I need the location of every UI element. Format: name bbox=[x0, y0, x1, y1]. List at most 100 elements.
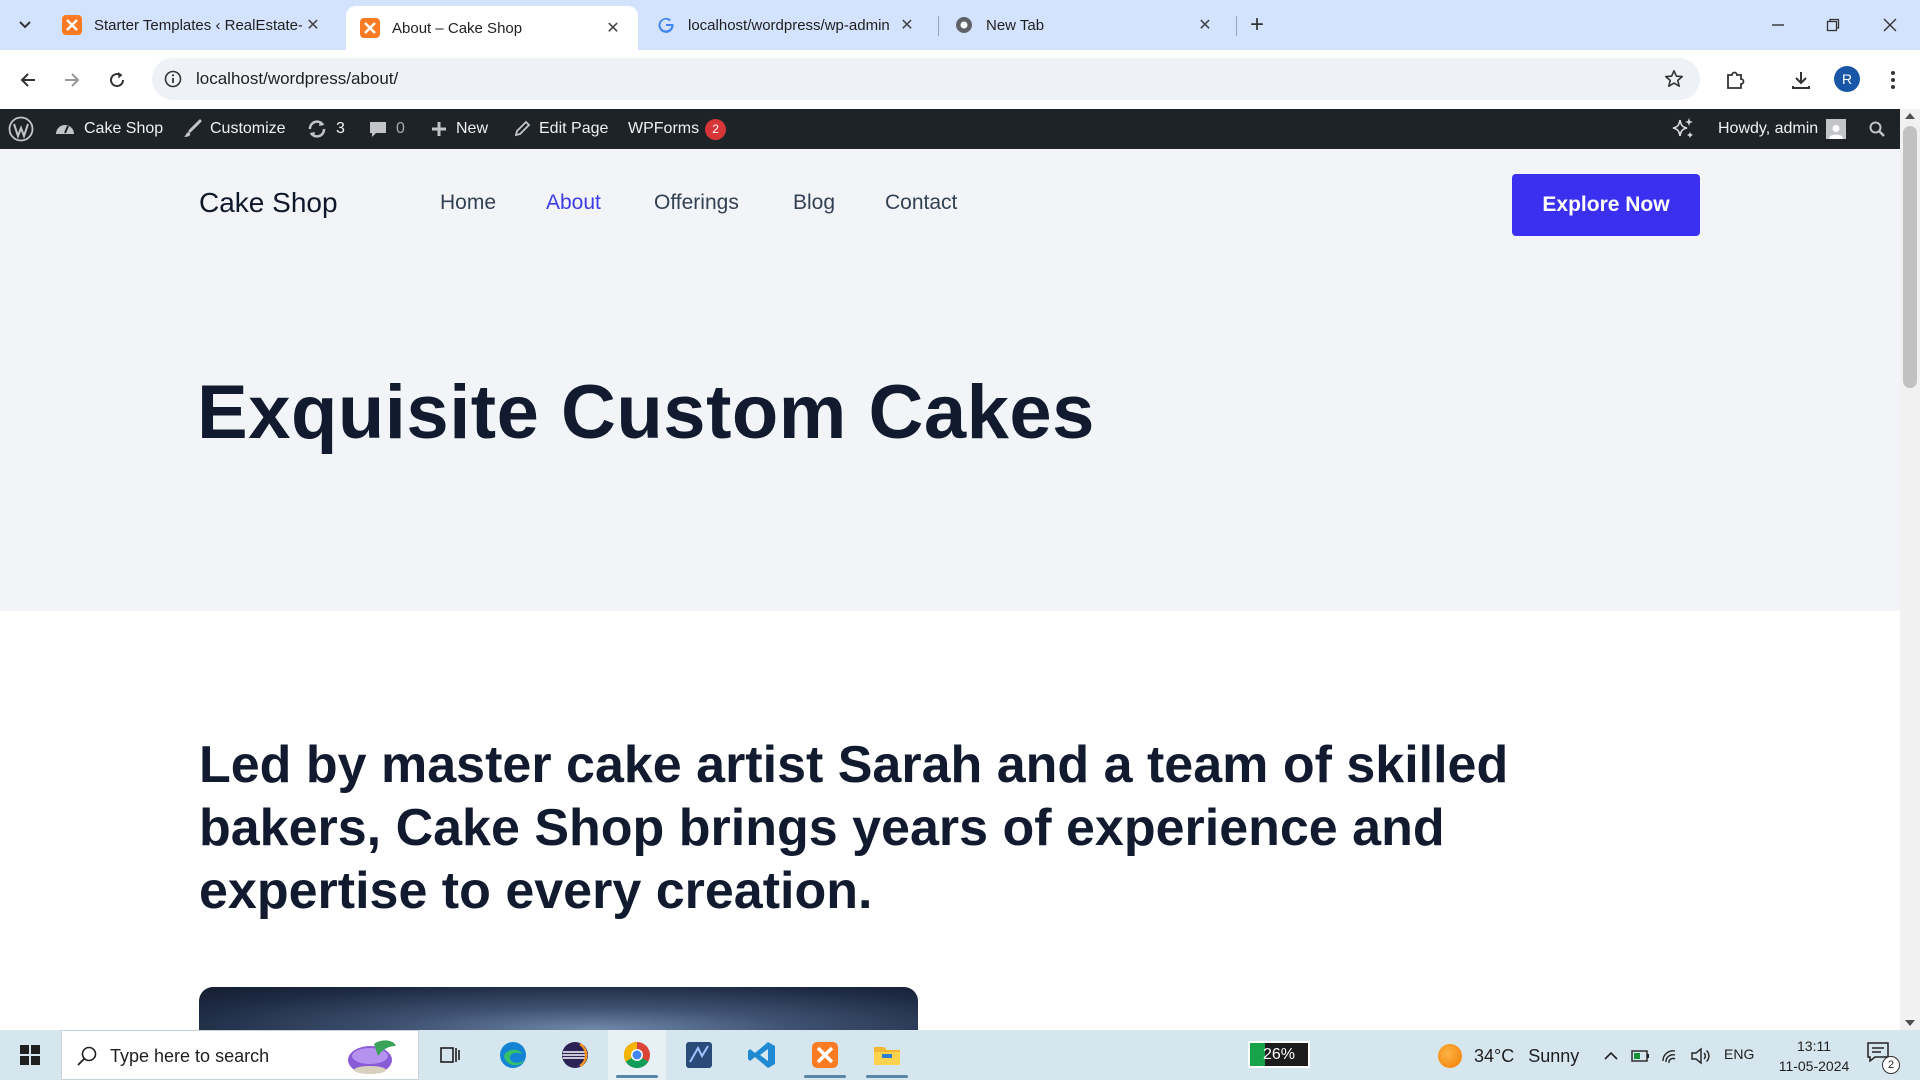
updates-count: 3 bbox=[336, 120, 345, 137]
restore-button[interactable] bbox=[1813, 10, 1853, 40]
site-info-icon[interactable] bbox=[162, 68, 184, 90]
new-tab-button[interactable]: + bbox=[1243, 11, 1271, 39]
sparkle-icon bbox=[1672, 118, 1693, 138]
admin-site-name[interactable]: Cake Shop bbox=[54, 109, 163, 149]
site-name-label: Cake Shop bbox=[84, 120, 164, 137]
tab-wp-admin[interactable]: localhost/wordpress/wp-admin ✕ bbox=[642, 6, 932, 44]
xampp-favicon-icon bbox=[360, 18, 380, 38]
edit-page-label: Edit Page bbox=[539, 120, 609, 137]
admin-avatar bbox=[1826, 119, 1847, 139]
taskbar-xampp[interactable] bbox=[796, 1030, 854, 1080]
explore-now-button[interactable]: Explore Now bbox=[1512, 174, 1700, 236]
tab-search-button[interactable] bbox=[10, 10, 40, 40]
tab-separator bbox=[938, 16, 939, 36]
url-text[interactable]: localhost/wordpress/about/ bbox=[196, 69, 398, 89]
tab-about-cake-shop[interactable]: About – Cake Shop ✕ bbox=[346, 6, 638, 50]
notification-count-badge: 2 bbox=[1882, 1056, 1900, 1074]
nav-contact[interactable]: Contact bbox=[885, 191, 957, 215]
profile-avatar[interactable]: R bbox=[1834, 66, 1860, 92]
back-button[interactable] bbox=[12, 64, 44, 96]
battery-icon bbox=[1631, 1050, 1649, 1062]
windows-taskbar: Type here to search 26% 34°C Sunny ENG 1… bbox=[0, 1030, 1920, 1080]
hero-section: Cake Shop Home About Offerings Blog Cont… bbox=[0, 149, 1900, 611]
scroll-up-arrow-icon[interactable] bbox=[1905, 113, 1915, 119]
tab-starter-templates[interactable]: Starter Templates ‹ RealEstate-E ✕ bbox=[48, 6, 338, 44]
user-icon bbox=[1829, 125, 1844, 139]
minimize-button[interactable] bbox=[1758, 10, 1798, 40]
address-bar[interactable]: localhost/wordpress/about/ bbox=[152, 58, 1700, 100]
wp-admin-bar: Cake Shop Customize 3 0 New Edit Page WP… bbox=[0, 109, 1900, 149]
start-button[interactable] bbox=[10, 1030, 50, 1080]
comments-count: 0 bbox=[396, 120, 405, 137]
nav-blog[interactable]: Blog bbox=[793, 191, 835, 215]
search-placeholder: Type here to search bbox=[110, 1046, 270, 1066]
wifi-icon bbox=[1662, 1050, 1676, 1064]
page-scrollbar[interactable] bbox=[1900, 109, 1920, 1030]
taskbar-app[interactable] bbox=[670, 1030, 728, 1080]
taskbar-file-explorer[interactable] bbox=[858, 1030, 916, 1080]
wp-logo-menu[interactable] bbox=[8, 109, 34, 149]
tab-new-tab[interactable]: New Tab ✕ bbox=[940, 6, 1230, 44]
download-icon bbox=[1792, 72, 1810, 89]
extensions-button[interactable] bbox=[1719, 64, 1751, 96]
admin-updates[interactable]: 3 bbox=[306, 109, 345, 149]
new-label: New bbox=[456, 120, 489, 137]
tray-battery-saver[interactable] bbox=[1630, 1045, 1652, 1067]
task-view-icon bbox=[440, 1047, 460, 1063]
taskbar-chrome[interactable] bbox=[608, 1030, 666, 1080]
close-window-button[interactable] bbox=[1870, 10, 1910, 40]
chrome-icon bbox=[623, 1041, 650, 1069]
forward-button[interactable] bbox=[56, 64, 88, 96]
chevron-down-icon bbox=[19, 21, 31, 29]
nav-home[interactable]: Home bbox=[440, 191, 496, 215]
downloads-button[interactable] bbox=[1785, 64, 1817, 96]
minimize-icon bbox=[1772, 24, 1784, 26]
battery-indicator[interactable]: 26% bbox=[1248, 1041, 1310, 1068]
reload-button[interactable] bbox=[101, 64, 133, 96]
admin-ai-assistant[interactable] bbox=[1670, 109, 1696, 149]
browser-toolbar: localhost/wordpress/about/ bbox=[0, 50, 1920, 109]
nav-about[interactable]: About bbox=[546, 191, 601, 215]
clock-time: 13:11 bbox=[1797, 1038, 1831, 1054]
admin-new-content[interactable]: New bbox=[430, 109, 488, 149]
search-icon bbox=[1869, 121, 1885, 137]
scroll-down-arrow-icon[interactable] bbox=[1905, 1020, 1915, 1026]
taskbar-edge[interactable] bbox=[484, 1030, 542, 1080]
tab-close-icon[interactable]: ✕ bbox=[302, 14, 324, 36]
taskbar-search[interactable]: Type here to search bbox=[61, 1030, 419, 1080]
file-explorer-icon bbox=[874, 1047, 900, 1065]
taskbar-vscode[interactable] bbox=[733, 1030, 791, 1080]
chevron-up-icon bbox=[1604, 1051, 1618, 1060]
system-clock[interactable]: 13:11 11-05-2024 bbox=[1768, 1036, 1860, 1076]
tab-separator bbox=[1236, 16, 1237, 36]
scroll-thumb[interactable] bbox=[1903, 126, 1917, 388]
nav-offerings[interactable]: Offerings bbox=[654, 191, 739, 215]
admin-wpforms[interactable]: WPForms 2 bbox=[628, 109, 727, 149]
tab-close-icon[interactable]: ✕ bbox=[1194, 14, 1216, 36]
tab-close-icon[interactable]: ✕ bbox=[896, 14, 918, 36]
taskbar-eclipse[interactable] bbox=[546, 1030, 604, 1080]
bookmark-star-icon[interactable] bbox=[1662, 67, 1686, 91]
tray-network[interactable] bbox=[1660, 1045, 1682, 1067]
chrome-favicon-icon bbox=[954, 15, 974, 35]
input-language[interactable]: ENG bbox=[1724, 1046, 1754, 1062]
restore-icon bbox=[1826, 18, 1840, 32]
task-view-button[interactable] bbox=[421, 1030, 479, 1080]
admin-search[interactable] bbox=[1868, 109, 1886, 149]
dashboard-icon bbox=[56, 125, 74, 134]
admin-customize[interactable]: Customize bbox=[182, 109, 286, 149]
show-hidden-icons-button[interactable] bbox=[1600, 1045, 1622, 1067]
tab-close-icon[interactable]: ✕ bbox=[602, 17, 624, 39]
eclipse-icon bbox=[562, 1042, 588, 1068]
edge-icon bbox=[500, 1042, 526, 1068]
weather-widget[interactable]: 34°C Sunny bbox=[1438, 1044, 1579, 1068]
admin-edit-page[interactable]: Edit Page bbox=[513, 109, 608, 149]
site-title[interactable]: Cake Shop bbox=[199, 187, 338, 219]
chrome-menu-button[interactable] bbox=[1877, 64, 1909, 96]
admin-account-menu[interactable]: Howdy, admin bbox=[1718, 109, 1847, 149]
admin-comments[interactable]: 0 bbox=[368, 109, 405, 149]
speaker-icon bbox=[1691, 1047, 1710, 1065]
cake-image bbox=[199, 987, 918, 1030]
tray-volume[interactable] bbox=[1690, 1045, 1712, 1067]
howdy-label: Howdy, admin bbox=[1718, 120, 1819, 137]
